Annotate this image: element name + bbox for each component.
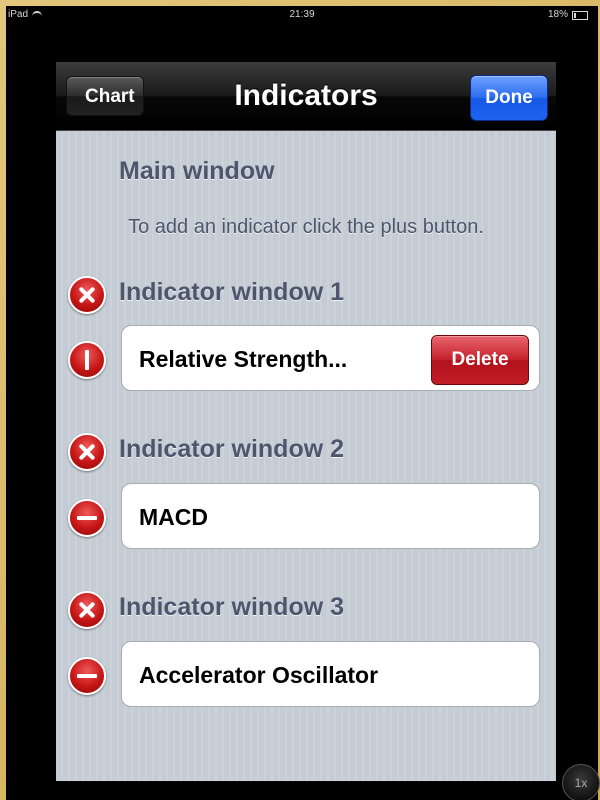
status-right: 18% (548, 6, 588, 24)
zoom-toggle-button[interactable]: 1x (562, 764, 600, 800)
minus-icon (77, 674, 97, 678)
delete-button[interactable]: Delete (431, 335, 529, 385)
indicator-window-1-header: Indicator window 1 (119, 278, 345, 306)
indicator-3-label: Accelerator Oscillator (139, 662, 379, 688)
status-time: 21:39 (289, 9, 315, 20)
indicator-2-label: MACD (139, 504, 208, 530)
indicators-table: Main window To add an indicator click th… (56, 131, 556, 781)
page-title: Indicators (234, 79, 378, 112)
back-button-label: Chart (85, 86, 135, 107)
remove-window-1-button[interactable] (68, 276, 106, 314)
delete-rotated-icon (85, 350, 89, 370)
indicator-row-2[interactable]: MACD (121, 483, 540, 549)
indicator-1-label: Relative Strength... (139, 346, 348, 372)
delete-toggle-1-button[interactable] (68, 341, 106, 379)
remove-window-3-button[interactable] (68, 591, 106, 629)
main-window-header: Main window (119, 157, 275, 185)
add-indicator-hint: To add an indicator click the plus butto… (128, 216, 484, 238)
delete-toggle-2-button[interactable] (68, 499, 106, 537)
battery-percentage: 18% (547, 9, 568, 20)
indicator-row-3[interactable]: Accelerator Oscillator (121, 641, 540, 707)
indicator-row-1[interactable]: Relative Strength... Delete (121, 325, 540, 391)
indicator-window-3-header: Indicator window 3 (119, 593, 345, 621)
remove-window-2-button[interactable] (68, 433, 106, 471)
indicator-window-2-header: Indicator window 2 (119, 435, 345, 463)
navigation-bar: Chart Indicators Done (47, 62, 556, 131)
battery-icon (572, 10, 588, 20)
status-bar: iPad 21:39 18% (6, 6, 598, 24)
back-button-chart[interactable]: Chart (47, 75, 144, 118)
delete-toggle-3-button[interactable] (68, 657, 106, 695)
minus-icon (77, 516, 97, 520)
done-button[interactable]: Done (470, 75, 548, 121)
